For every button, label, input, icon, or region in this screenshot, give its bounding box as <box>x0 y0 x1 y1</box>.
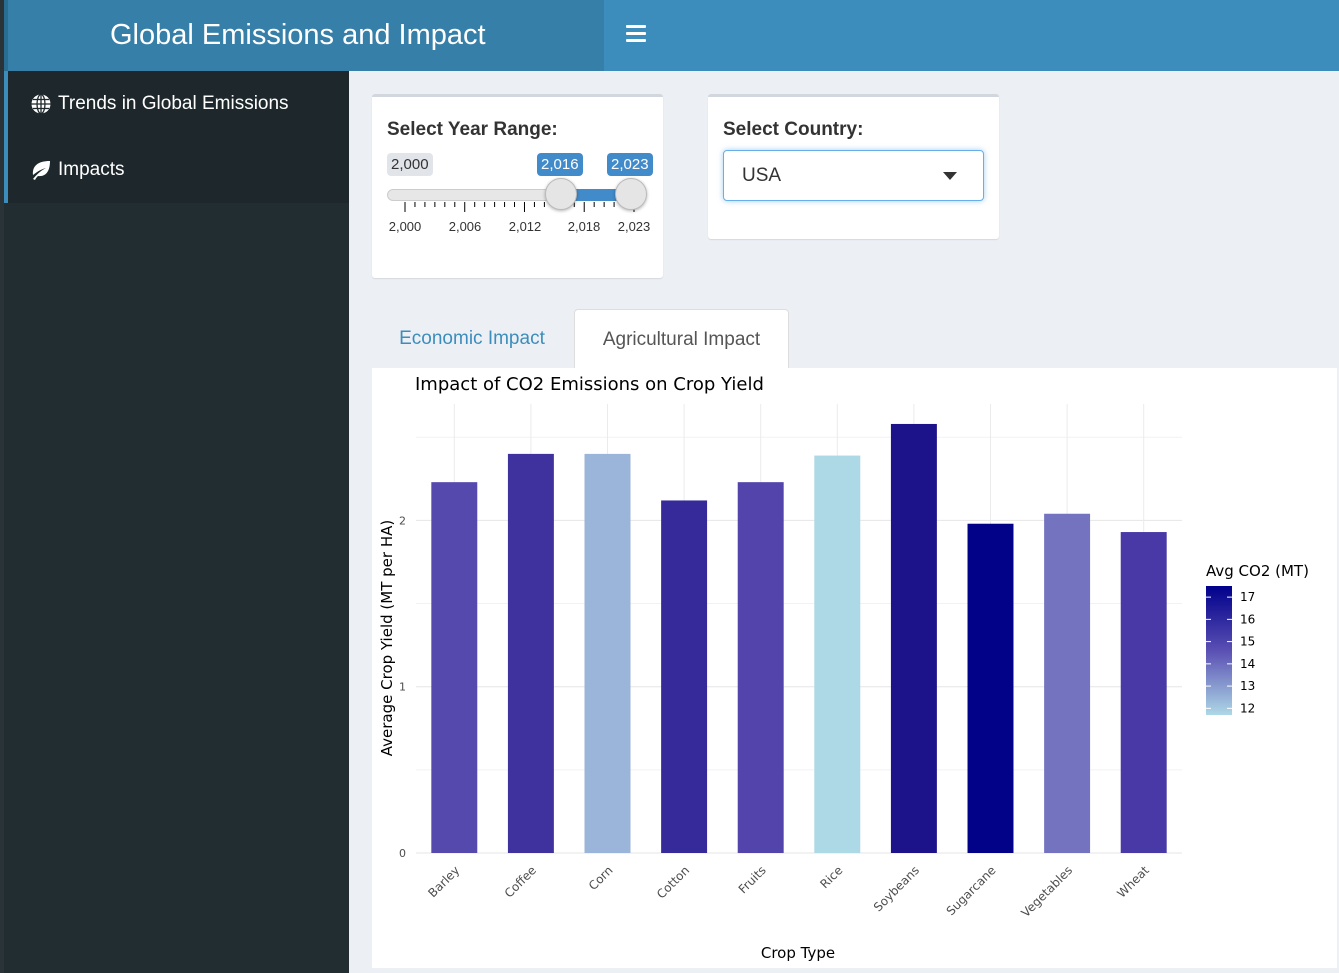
country-label: Select Country: <box>723 119 864 140</box>
x-tick-label: Corn <box>586 863 616 893</box>
bar-wheat <box>1120 532 1167 853</box>
chart-panel: 0 1 2 Barley Coffee Corn Cotton Fruits Rice Soybe… <box>372 368 1337 968</box>
x-tick-label: Vegetables <box>1018 863 1075 920</box>
x-tick-label: Rice <box>817 863 845 891</box>
bar-vegetables <box>1044 513 1091 853</box>
y-tick-label: 2 <box>399 514 406 527</box>
legend-tick-label: 12 <box>1240 701 1255 715</box>
sidebar: Trends in Global Emissions Impacts <box>4 71 349 973</box>
legend-title: Avg CO2 (MT) <box>1206 562 1309 580</box>
bar-rice <box>814 455 861 853</box>
bar-barley <box>431 482 478 853</box>
top-navbar <box>604 0 1339 71</box>
x-tick-label: Wheat <box>1114 863 1152 901</box>
slider-tick-label: 2,018 <box>567 219 601 234</box>
bar-coffee <box>507 453 554 853</box>
year-range-box: Select Year Range: 2,000 2,016 2,023 2,0… <box>372 94 663 278</box>
crop-yield-chart: 012Barley Coffee Corn Cotton Fruits Rice Soybe… <box>378 374 1309 962</box>
x-tick-label: Fruits <box>736 863 769 896</box>
x-tick-label: Soybeans <box>871 863 922 914</box>
slider-tick-label: 2,000 <box>388 219 422 234</box>
slider-to-handle[interactable] <box>615 178 647 210</box>
country-box: Select Country: USA <box>708 94 999 239</box>
bar-fruits <box>737 482 784 853</box>
bar-corn <box>584 453 631 853</box>
slider-tick-label: 2,012 <box>508 219 542 234</box>
tab-economic-impact[interactable]: Economic Impact <box>372 309 572 369</box>
legend-tick-label: 14 <box>1240 657 1255 671</box>
x-tick-label: Coffee <box>502 863 539 900</box>
legend-colorbar <box>1206 586 1232 715</box>
y-tick-label: 0 <box>399 847 406 860</box>
legend-tick-label: 17 <box>1240 590 1255 604</box>
sidebar-item-impacts[interactable]: Impacts <box>4 137 349 203</box>
x-axis-label: Crop Type <box>761 944 835 962</box>
caret-down-icon <box>943 172 957 180</box>
slider-from-handle[interactable] <box>545 178 577 210</box>
slider-from-label: 2,016 <box>537 153 583 176</box>
bar-sugarcane <box>967 523 1014 853</box>
bar-cotton <box>661 500 708 853</box>
slider-tick-label: 2,023 <box>617 219 651 234</box>
legend-tick-label: 15 <box>1240 635 1255 649</box>
x-tick-label: Sugarcane <box>944 863 999 918</box>
y-axis-label: Average Crop Yield (MT per HA) <box>378 520 396 756</box>
sidebar-item-label: Impacts <box>58 159 125 180</box>
slider-min-label: 2,000 <box>387 153 433 176</box>
country-select-value: USA <box>742 165 782 186</box>
sidebar-item-label: Trends in Global Emissions <box>58 93 289 114</box>
sidebar-item-trends[interactable]: Trends in Global Emissions <box>4 71 349 137</box>
y-tick-label: 1 <box>399 681 406 694</box>
year-range-label: Select Year Range: <box>387 119 558 140</box>
app-logo[interactable]: Global Emissions and Impact <box>8 0 604 71</box>
x-tick-label: Cotton <box>654 863 692 901</box>
bar-soybeans <box>890 423 937 853</box>
x-tick-label: Barley <box>425 863 462 900</box>
sidebar-toggle-icon[interactable] <box>626 25 646 43</box>
legend-tick-label: 16 <box>1240 612 1255 626</box>
leaf-icon <box>30 159 52 181</box>
globe-icon <box>30 93 52 115</box>
slider-tick-label: 2,006 <box>448 219 482 234</box>
chart-title: Impact of CO2 Emissions on Crop Yield <box>415 374 764 395</box>
tab-agricultural-impact[interactable]: Agricultural Impact <box>574 309 789 369</box>
app-title: Global Emissions and Impact <box>110 19 486 51</box>
slider-to-label: 2,023 <box>607 153 653 176</box>
legend-tick-label: 13 <box>1240 679 1255 693</box>
country-select[interactable]: USA <box>723 150 984 201</box>
